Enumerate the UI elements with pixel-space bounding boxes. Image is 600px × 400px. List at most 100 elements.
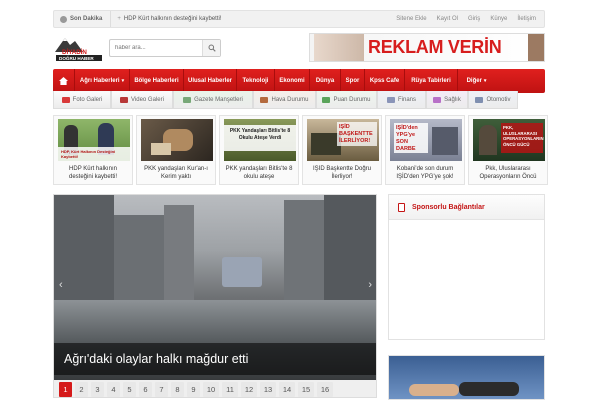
plus-icon: +	[117, 16, 121, 22]
slider-page-button[interactable]: 15	[298, 382, 314, 397]
slider-page-button[interactable]: 4	[107, 382, 120, 397]
chevron-down-icon: ▾	[483, 78, 487, 84]
register-link[interactable]: Kayıt Ol	[437, 16, 458, 22]
subnav-saglik[interactable]: Sağlık	[426, 91, 468, 109]
home-button[interactable]	[53, 69, 75, 93]
ad-image	[314, 34, 364, 61]
search-button[interactable]	[202, 40, 220, 56]
slider-page-button[interactable]: 14	[279, 382, 295, 397]
slider-page-button[interactable]: 10	[203, 382, 219, 397]
home-icon	[59, 77, 68, 85]
subnav-gazete-mansetleri[interactable]: Gazete Manşetleri	[173, 91, 253, 109]
nav-dunya[interactable]: Dünya	[310, 69, 341, 93]
finance-icon	[386, 96, 395, 103]
ball-icon	[322, 96, 331, 103]
slider-next-arrow[interactable]: ›	[368, 279, 372, 291]
news-thumb-image: HDP, Kürt Halkının Desteğini Kaybetti!	[58, 119, 130, 161]
breaking-news-ticker[interactable]: + HDP Kürt halkının desteğini kaybetti!	[111, 16, 396, 22]
main-nav: Ağrı Haberleri ▾ Bölge Haberleri Ulusal H…	[53, 69, 545, 93]
nav-teknoloji[interactable]: Teknoloji	[237, 69, 275, 93]
imprint-link[interactable]: Künye	[490, 16, 507, 22]
news-thumb-caption: PKK yandaşları Kur'an-ı Kerim yaktı	[144, 166, 208, 180]
slider-caption-bar: Ağrı'daki olaylar halkı mağdur etti	[54, 343, 376, 375]
login-link[interactable]: Giriş	[468, 16, 480, 22]
news-slider: ‹ › Ağrı'daki olaylar halkı mağdur etti …	[53, 194, 377, 398]
sidebar-image[interactable]	[388, 355, 545, 400]
sponsored-links-title: Sponsorlu Bağlantılar	[412, 203, 485, 211]
sponsored-links-box: Sponsorlu Bağlantılar	[388, 194, 545, 340]
slider-page-button[interactable]: 16	[317, 382, 333, 397]
news-thumb-caption: Kobani'de son durum IŞİD'den YPG'ye şok!	[396, 166, 454, 180]
newspaper-icon	[183, 96, 192, 103]
nav-spor[interactable]: Spor	[341, 69, 365, 93]
health-icon	[433, 96, 442, 103]
slider-prev-arrow[interactable]: ‹	[59, 279, 63, 291]
clock-icon	[60, 15, 67, 23]
nav-ulusal-haberler[interactable]: Ulusal Haberler	[184, 69, 237, 93]
subnav-video-galeri[interactable]: Video Galeri	[111, 91, 173, 109]
car-icon	[475, 96, 484, 103]
slider-page-button[interactable]: 5	[123, 382, 136, 397]
slider-image[interactable]: ‹ › Ağrı'daki olaylar halkı mağdur etti	[54, 195, 376, 380]
slider-page-button[interactable]: 3	[91, 382, 104, 397]
breaking-news-label: Son Dakika	[54, 11, 112, 27]
contact-link[interactable]: İletişim	[517, 16, 536, 22]
slider-page-button[interactable]: 13	[260, 382, 276, 397]
slider-page-button[interactable]: 12	[241, 382, 257, 397]
news-thumb-caption: PKK yandaşları Bitlis'te 8 okulu ateşe	[225, 166, 293, 180]
search-input[interactable]	[110, 40, 202, 56]
top-bar: Son Dakika + HDP Kürt halkının desteğini …	[53, 10, 545, 28]
logo-subtitle: DOĞRU HABER	[59, 54, 94, 61]
top-links: Sitene Ekle Kayıt Ol Giriş Künye İletişi…	[396, 16, 544, 22]
nav-bolge-haberleri[interactable]: Bölge Haberleri	[130, 69, 184, 93]
site-logo[interactable]: DİYADİN DOĞRU HABER	[53, 32, 103, 62]
slider-page-button[interactable]: 2	[75, 382, 88, 397]
subnav-foto-galeri[interactable]: Foto Galeri	[53, 91, 111, 109]
news-thumb-caption: IŞİD Başkentte Doğru İlerliyor!	[312, 166, 372, 180]
subnav-hava-durumu[interactable]: Hava Durumu	[253, 91, 316, 109]
sub-nav: Foto Galeri Video Galeri Gazete Manşetle…	[53, 91, 545, 109]
add-to-site-link[interactable]: Sitene Ekle	[396, 16, 426, 22]
ad-banner[interactable]: REKLAM VERİN	[309, 33, 545, 62]
nav-agri-haberleri[interactable]: Ağrı Haberleri ▾	[75, 69, 130, 93]
camera-icon	[61, 96, 70, 103]
document-icon	[398, 202, 405, 212]
news-thumb-image: IŞİD'den YPG'ye SON DARBE	[390, 119, 462, 161]
news-thumb-image: PKK, ULUSLARARASI OPERASYONLARIN ÖNCÜ GÜ…	[473, 119, 545, 161]
nav-ekonomi[interactable]: Ekonomi	[275, 69, 310, 93]
news-thumb[interactable]: IŞİD BAŞKENTTE İLERLİYOR! IŞİD Başkentte…	[302, 115, 382, 185]
nav-ruya-tabirleri[interactable]: Rüya Tabirleri	[405, 69, 458, 93]
sponsored-links-header: Sponsorlu Bağlantılar	[389, 195, 544, 220]
ad-hand-image	[528, 34, 544, 61]
slider-page-button[interactable]: 8	[171, 382, 184, 397]
news-thumb-caption: Pkk, Uluslararası Operasyonların Öncü	[479, 166, 537, 180]
nav-diger[interactable]: Diğer ▾	[458, 69, 495, 93]
chevron-down-icon: ▾	[121, 78, 125, 84]
news-thumb[interactable]: PKK yandaşları Kur'an-ı Kerim yaktı	[136, 115, 216, 185]
nav-kpss-cafe[interactable]: Kpss Cafe	[365, 69, 405, 93]
logo-title: DİYADİN	[62, 49, 87, 56]
slider-page-button[interactable]: 6	[139, 382, 152, 397]
news-thumb[interactable]: PKK, ULUSLARARASI OPERASYONLARIN ÖNCÜ GÜ…	[468, 115, 548, 185]
video-icon	[120, 96, 129, 103]
slider-caption[interactable]: Ağrı'daki olaylar halkı mağdur etti	[64, 352, 248, 366]
headline-thumbnails: HDP, Kürt Halkının Desteğini Kaybetti! H…	[53, 115, 548, 185]
slider-pagination: 1 2 3 4 5 6 7 8 9 10 11 12 13 14 15 16	[54, 380, 376, 397]
slider-page-button[interactable]: 11	[222, 382, 238, 397]
slider-page-button[interactable]: 9	[187, 382, 200, 397]
news-thumb-image: PKK Yandaşları Bitlis'te 8 Okulu Ateşe V…	[224, 119, 296, 161]
subnav-otomotiv[interactable]: Otomotiv	[468, 91, 518, 109]
news-thumb[interactable]: HDP, Kürt Halkının Desteğini Kaybetti! H…	[53, 115, 133, 185]
ad-text: REKLAM VERİN	[368, 37, 502, 57]
news-thumb-image: IŞİD BAŞKENTTE İLERLİYOR!	[307, 119, 379, 161]
weather-icon	[260, 96, 269, 103]
subnav-puan-durumu[interactable]: Puan Durumu	[316, 91, 377, 109]
search-icon	[208, 44, 216, 52]
news-thumb-image	[141, 119, 213, 161]
search-box	[109, 39, 221, 57]
slider-page-button[interactable]: 1	[59, 382, 72, 397]
slider-page-button[interactable]: 7	[155, 382, 168, 397]
news-thumb[interactable]: IŞİD'den YPG'ye SON DARBE Kobani'de son …	[385, 115, 465, 185]
news-thumb[interactable]: PKK Yandaşları Bitlis'te 8 Okulu Ateşe V…	[219, 115, 299, 185]
subnav-finans[interactable]: Finans	[377, 91, 426, 109]
